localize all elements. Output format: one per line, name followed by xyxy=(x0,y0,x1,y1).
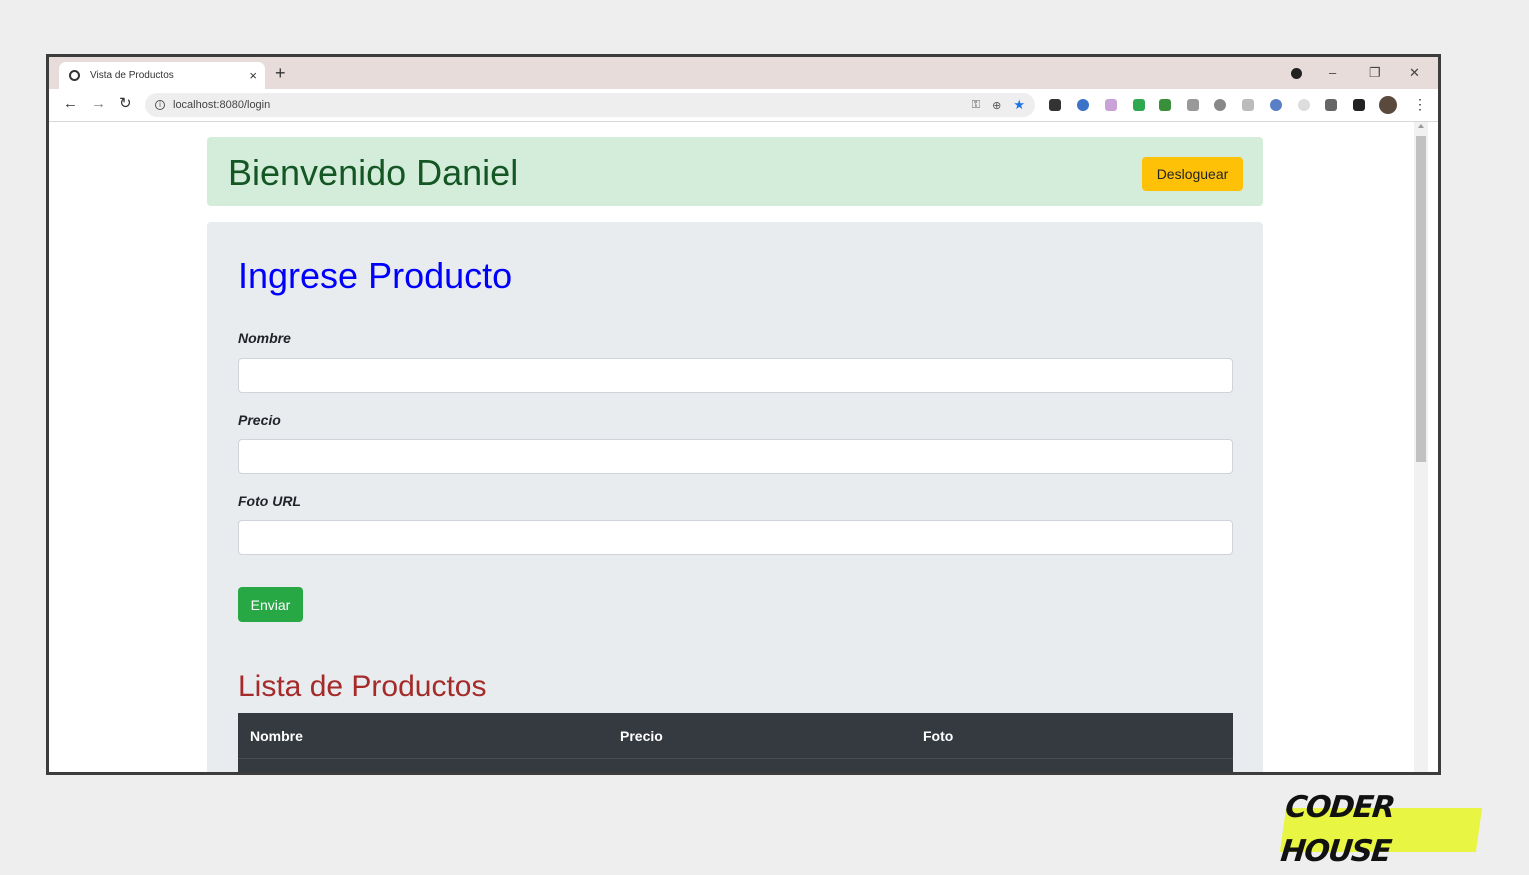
tab-vista-de-productos[interactable]: Vista de Productos × xyxy=(59,62,265,89)
column-header-nombre: Nombre xyxy=(238,713,608,759)
column-header-precio: Precio xyxy=(608,713,911,759)
bookmark-star-icon[interactable]: ★ xyxy=(1013,97,1025,113)
coder-house-logo: CODER HOUSE xyxy=(1279,790,1483,869)
extension-icon[interactable] xyxy=(1105,99,1117,111)
extension-icon[interactable] xyxy=(1214,99,1226,111)
extension-icon[interactable] xyxy=(1049,99,1061,111)
browser-toolbar: ← → ↻ i localhost:8080/login ⚿ ⊕ ★ ⋮ xyxy=(49,89,1438,122)
product-form-card: Ingrese Producto Nombre Precio Foto URL … xyxy=(207,222,1263,773)
extension-icon[interactable] xyxy=(1077,99,1089,111)
extension-icon[interactable] xyxy=(1133,99,1145,111)
nombre-label: Nombre xyxy=(238,330,291,346)
tab-strip: Vista de Productos × + – ❐ ✕ xyxy=(49,57,1438,89)
logout-button[interactable]: Desloguear xyxy=(1142,157,1243,191)
info-icon[interactable]: i xyxy=(155,100,165,110)
address-bar[interactable]: i localhost:8080/login ⚿ ⊕ ★ xyxy=(145,93,1035,117)
form-title: Ingrese Producto xyxy=(238,255,513,296)
table-row xyxy=(238,759,1233,773)
new-tab-icon[interactable]: + xyxy=(275,62,286,84)
logo-text: CODER HOUSE xyxy=(1278,790,1396,869)
extension-icon[interactable] xyxy=(1242,99,1254,111)
scroll-up-icon[interactable] xyxy=(1418,124,1424,128)
restore-icon[interactable]: ❐ xyxy=(1369,62,1381,84)
reload-icon[interactable]: ↻ xyxy=(119,96,132,112)
precio-label: Precio xyxy=(238,412,281,428)
close-window-icon[interactable]: ✕ xyxy=(1409,62,1420,84)
submit-button[interactable]: Enviar xyxy=(238,587,303,622)
avatar[interactable] xyxy=(1379,96,1397,114)
extension-icon[interactable] xyxy=(1159,99,1171,111)
extension-icon[interactable] xyxy=(1187,99,1199,111)
globe-icon xyxy=(69,70,80,81)
key-icon[interactable]: ⚿ xyxy=(972,99,980,112)
foto-url-input[interactable] xyxy=(238,520,1233,555)
tab-close-icon[interactable]: × xyxy=(249,69,257,82)
menu-kebab-icon[interactable]: ⋮ xyxy=(1413,96,1427,112)
forward-icon[interactable]: → xyxy=(91,96,106,112)
record-icon[interactable] xyxy=(1291,68,1302,79)
welcome-heading: Bienvenido Daniel xyxy=(228,152,519,193)
product-table: Nombre Precio Foto xyxy=(238,713,1233,773)
url-text[interactable]: localhost:8080/login xyxy=(173,99,972,111)
zoom-icon[interactable]: ⊕ xyxy=(992,99,1001,112)
page-viewport: Bienvenido Daniel Desloguear Ingrese Pro… xyxy=(49,122,1438,772)
table-header-row: Nombre Precio Foto xyxy=(238,713,1233,759)
tab-title: Vista de Productos xyxy=(90,70,174,81)
nombre-input[interactable] xyxy=(238,358,1233,393)
back-icon[interactable]: ← xyxy=(63,96,78,112)
extension-icon[interactable] xyxy=(1298,99,1310,111)
browser-window: Vista de Productos × + – ❐ ✕ ← → ↻ i loc… xyxy=(46,54,1441,775)
column-header-foto: Foto xyxy=(911,713,1233,759)
welcome-alert: Bienvenido Daniel Desloguear xyxy=(207,137,1263,206)
page-scrollbar[interactable] xyxy=(1414,122,1428,772)
foto-url-label: Foto URL xyxy=(238,493,301,509)
product-list-title: Lista de Productos xyxy=(238,670,487,703)
puzzle-icon[interactable] xyxy=(1353,99,1365,111)
minimize-icon[interactable]: – xyxy=(1329,62,1336,84)
precio-input[interactable] xyxy=(238,439,1233,474)
extension-icon[interactable] xyxy=(1325,99,1337,111)
extension-icon[interactable] xyxy=(1270,99,1282,111)
scrollbar-thumb[interactable] xyxy=(1416,136,1426,462)
